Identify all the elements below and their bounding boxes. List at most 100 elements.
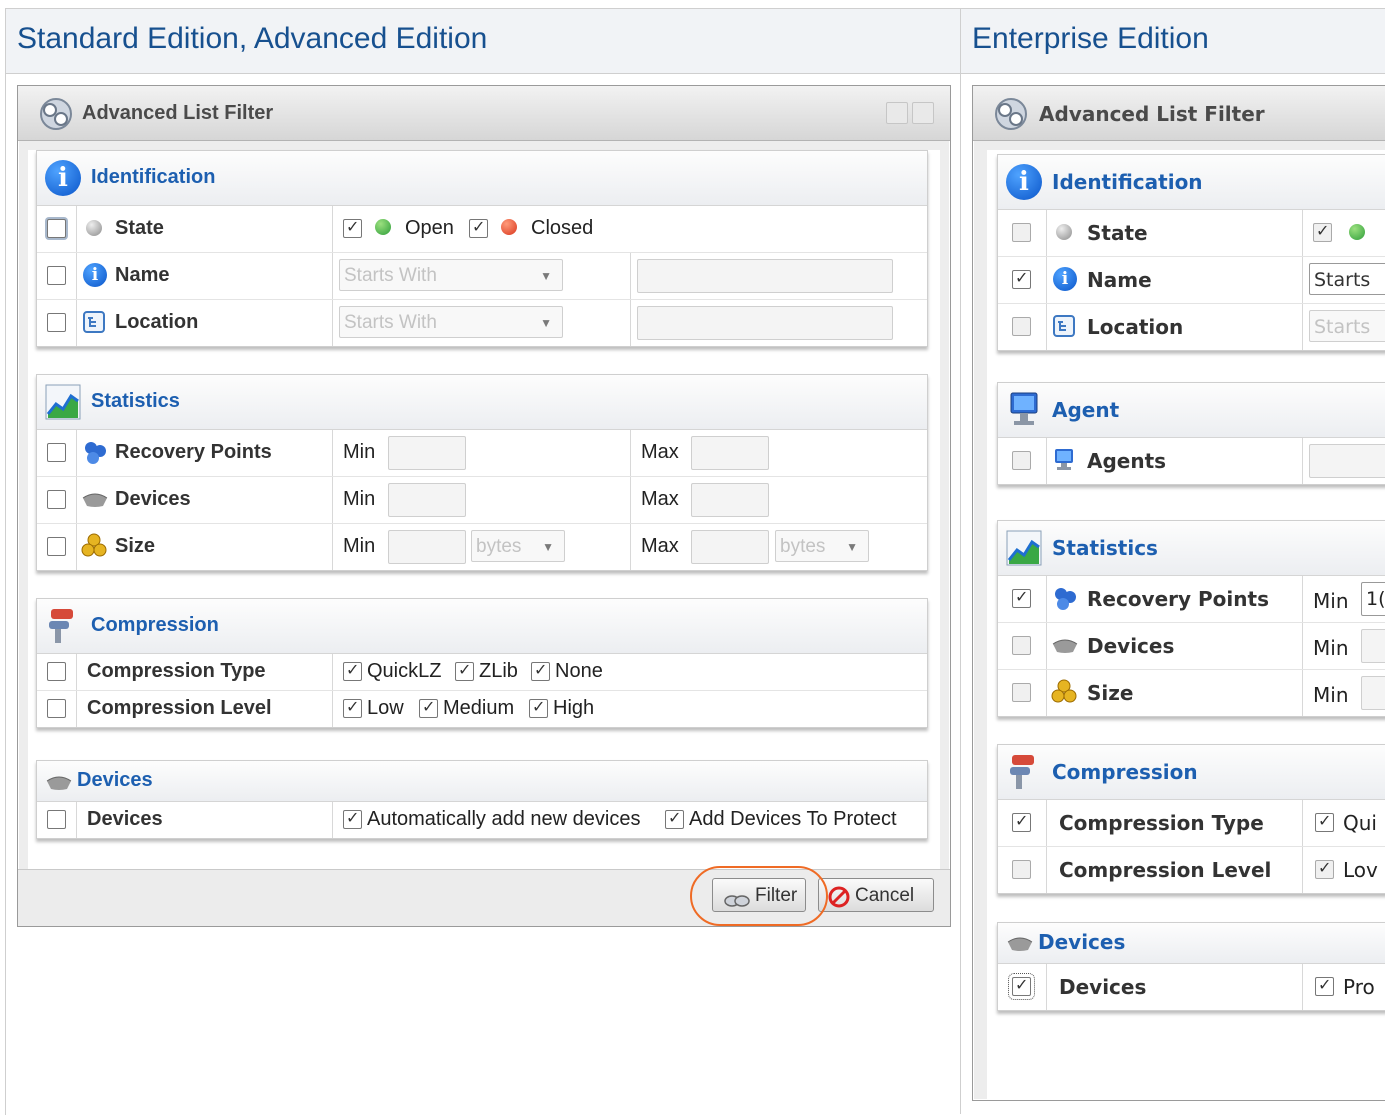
compression-level-label: Compression Level bbox=[87, 697, 272, 719]
recovery-points-icon bbox=[82, 439, 108, 470]
enterprise-filter-body: i Identification State i Name bbox=[987, 150, 1385, 1100]
recovery-points-row: Recovery Points Min Max bbox=[37, 430, 927, 477]
name-match-select[interactable]: Starts With ▼ bbox=[339, 259, 563, 291]
name-value-input[interactable] bbox=[637, 259, 893, 293]
add-protect-label: Add Devices To Protect bbox=[689, 808, 897, 830]
recovery-max-input[interactable] bbox=[691, 436, 769, 470]
zlib-label: ZLib bbox=[479, 660, 518, 682]
statistics-title: Statistics bbox=[91, 390, 180, 412]
window-titlebar[interactable]: Advanced List Filter bbox=[18, 86, 950, 141]
enterprise-protect-checkbox[interactable] bbox=[1315, 975, 1334, 996]
enterprise-compression-level-checkbox[interactable] bbox=[1012, 860, 1031, 879]
close-icon[interactable] bbox=[912, 102, 934, 124]
enterprise-devices-header: Devices bbox=[998, 923, 1385, 964]
size-max-input[interactable] bbox=[691, 530, 769, 564]
gears-icon bbox=[991, 95, 1031, 138]
devices-min-input[interactable] bbox=[388, 483, 466, 517]
enterprise-recovery-min-input[interactable]: 1( bbox=[1361, 582, 1385, 616]
devices-stat-label: Devices bbox=[115, 488, 191, 510]
location-value-input[interactable] bbox=[637, 306, 893, 340]
chevron-down-icon: ▼ bbox=[542, 540, 554, 554]
low-checkbox[interactable] bbox=[343, 697, 362, 718]
enterprise-devices-checkbox[interactable] bbox=[1008, 973, 1035, 1000]
enterprise-agents-input[interactable] bbox=[1309, 444, 1385, 478]
enterprise-devices-stat-checkbox[interactable] bbox=[1012, 636, 1031, 655]
enterprise-window-titlebar[interactable]: Advanced List Filter bbox=[973, 86, 1385, 141]
high-label: High bbox=[553, 697, 595, 719]
location-checkbox[interactable] bbox=[47, 313, 66, 332]
state-closed-checkbox[interactable] bbox=[469, 217, 488, 238]
filter-body: i Identification State Open Closed bbox=[28, 150, 940, 926]
recovery-min-input[interactable] bbox=[388, 436, 466, 470]
enterprise-size-row: Size Min bbox=[998, 670, 1385, 716]
compression-level-checkbox[interactable] bbox=[47, 699, 66, 718]
enterprise-devices-stat-row: Devices Min bbox=[998, 623, 1385, 670]
compression-icon bbox=[45, 607, 81, 650]
enterprise-devices-partial: Pro bbox=[1343, 975, 1375, 999]
identification-section: i Identification State Open Closed bbox=[36, 150, 928, 347]
zlib-checkbox[interactable] bbox=[455, 660, 474, 681]
medium-checkbox[interactable] bbox=[419, 697, 438, 718]
coins-icon bbox=[81, 533, 107, 562]
enterprise-state-row: State bbox=[998, 210, 1385, 257]
size-min-label: Min bbox=[343, 535, 376, 557]
size-checkbox[interactable] bbox=[47, 537, 66, 556]
location-icon bbox=[83, 311, 105, 338]
chevron-down-icon: ▼ bbox=[846, 540, 858, 554]
size-min-input[interactable] bbox=[388, 530, 466, 564]
enterprise-type-partial: Qui bbox=[1343, 811, 1377, 835]
enterprise-recovery-points-checkbox[interactable] bbox=[1012, 587, 1031, 608]
enterprise-compression-type-checkbox[interactable] bbox=[1012, 811, 1031, 832]
add-protect-checkbox[interactable] bbox=[665, 808, 684, 829]
enterprise-name-checkbox[interactable] bbox=[1012, 268, 1031, 289]
enterprise-devices-min-input[interactable] bbox=[1361, 629, 1385, 663]
state-checkbox[interactable] bbox=[47, 219, 66, 238]
enterprise-agents-label: Agents bbox=[1087, 449, 1167, 473]
enterprise-state-open-checkbox[interactable] bbox=[1313, 221, 1332, 242]
none-checkbox[interactable] bbox=[531, 660, 550, 681]
enterprise-location-row: Location Starts bbox=[998, 304, 1385, 350]
quicklz-checkbox[interactable] bbox=[343, 660, 362, 681]
enterprise-window-title: Advanced List Filter bbox=[1039, 102, 1265, 126]
enterprise-devices-stat-label: Devices bbox=[1087, 634, 1175, 658]
high-checkbox[interactable] bbox=[529, 697, 548, 718]
statistics-section: Statistics Recovery Points Min Max Devic… bbox=[36, 374, 928, 571]
name-checkbox[interactable] bbox=[47, 266, 66, 285]
enterprise-agents-checkbox[interactable] bbox=[1012, 451, 1031, 470]
left-column-title: Standard Edition, Advanced Edition bbox=[17, 22, 488, 55]
compression-type-checkbox[interactable] bbox=[47, 662, 66, 681]
enterprise-size-checkbox[interactable] bbox=[1012, 683, 1031, 702]
enterprise-size-min-input[interactable] bbox=[1361, 676, 1385, 710]
enterprise-location-checkbox[interactable] bbox=[1012, 317, 1031, 336]
enterprise-location-match-select[interactable]: Starts bbox=[1309, 310, 1385, 342]
recovery-points-checkbox[interactable] bbox=[47, 443, 66, 462]
enterprise-recovery-points-row: Recovery Points Min 1( bbox=[998, 576, 1385, 623]
state-open-checkbox[interactable] bbox=[343, 217, 362, 238]
location-match-select[interactable]: Starts With ▼ bbox=[339, 306, 563, 338]
auto-add-checkbox[interactable] bbox=[343, 808, 362, 829]
enterprise-name-label: Name bbox=[1087, 268, 1152, 292]
enterprise-state-checkbox[interactable] bbox=[1012, 223, 1031, 242]
compression-type-row: Compression Type QuickLZ ZLib None bbox=[37, 654, 927, 691]
enterprise-compression-level-label: Compression Level bbox=[1059, 858, 1272, 882]
devices-checkbox[interactable] bbox=[47, 810, 66, 829]
enterprise-quicklz-checkbox[interactable] bbox=[1315, 811, 1334, 832]
devices-max-input[interactable] bbox=[691, 483, 769, 517]
enterprise-statistics-section: Statistics Recovery Points Min 1( Device… bbox=[997, 520, 1385, 717]
enterprise-low-checkbox[interactable] bbox=[1315, 858, 1334, 879]
cancel-button[interactable]: Cancel bbox=[818, 878, 934, 912]
state-open-label: Open bbox=[405, 217, 454, 239]
none-label: None bbox=[555, 660, 603, 682]
enterprise-identification-header: i Identification bbox=[998, 155, 1385, 210]
size-max-unit-select[interactable]: bytes ▼ bbox=[775, 530, 869, 562]
minimize-icon[interactable] bbox=[886, 102, 908, 124]
recovery-points-label: Recovery Points bbox=[115, 441, 272, 463]
chevron-down-icon: ▼ bbox=[540, 316, 552, 330]
gears-icon bbox=[36, 95, 76, 138]
quicklz-label: QuickLZ bbox=[367, 660, 442, 682]
enterprise-recovery-points-label: Recovery Points bbox=[1087, 587, 1269, 611]
enterprise-agent-section: Agent Agents bbox=[997, 382, 1385, 485]
enterprise-name-match-select[interactable]: Starts bbox=[1309, 263, 1385, 295]
size-min-unit-select[interactable]: bytes ▼ bbox=[471, 530, 565, 562]
devices-stat-checkbox[interactable] bbox=[47, 490, 66, 509]
